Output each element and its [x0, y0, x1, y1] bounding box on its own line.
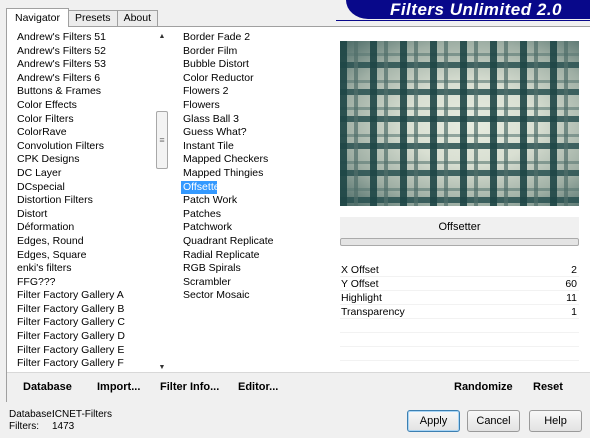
scroll-thumb[interactable]: ≡: [156, 111, 168, 169]
parameter-row[interactable]: Y Offset 60: [340, 277, 579, 291]
filter-list[interactable]: Border Fade 2 Border Film Bubble Distort Co…: [181, 31, 331, 303]
filter-item[interactable]: Instant Tile: [181, 140, 331, 154]
category-item[interactable]: Filter Factory Gallery B: [15, 303, 155, 317]
filter-item[interactable]: Offsetter: [181, 180, 217, 195]
category-item[interactable]: DC Layer: [15, 167, 155, 181]
tab-bar: Navigator Presets About: [6, 8, 159, 27]
category-scrollbar[interactable]: ▲ ≡ ▼: [155, 31, 169, 374]
empty-parameter-row: [340, 347, 579, 361]
category-item[interactable]: Edges, Square: [15, 249, 155, 263]
filter-item[interactable]: Border Film: [181, 45, 331, 59]
editor-button[interactable]: Editor...: [238, 381, 278, 393]
database-label: Database:: [9, 409, 55, 420]
parameter-slider[interactable]: [340, 238, 579, 246]
filters-label: Filters:: [9, 421, 39, 432]
parameter-value: 2: [571, 264, 577, 276]
category-item[interactable]: Filter Factory Gallery F: [15, 357, 155, 371]
category-item[interactable]: Convolution Filters: [15, 140, 155, 154]
filter-item[interactable]: Patches: [181, 208, 331, 222]
filter-item[interactable]: Scrambler: [181, 276, 331, 290]
category-item[interactable]: Color Filters: [15, 113, 155, 127]
category-item[interactable]: DCspecial: [15, 181, 155, 195]
scroll-up-icon[interactable]: ▲: [155, 31, 169, 43]
parameter-value: 11: [566, 292, 577, 304]
category-item[interactable]: Déformation: [15, 221, 155, 235]
parameter-list: X Offset 2 Y Offset 60 Highlight 11 Transparen…: [340, 263, 579, 375]
category-item[interactable]: Color Effects: [15, 99, 155, 113]
filters-count: 1473: [52, 421, 75, 432]
reset-button[interactable]: Reset: [533, 381, 563, 393]
selected-filter-name: Offsetter: [340, 217, 579, 238]
parameter-value: 60: [565, 278, 577, 290]
filter-item[interactable]: Mapped Checkers: [181, 153, 331, 167]
parameter-name: Transparency: [341, 306, 405, 318]
category-item[interactable]: Filter Factory Gallery A: [15, 289, 155, 303]
category-item[interactable]: Distort: [15, 208, 155, 222]
filter-info-button[interactable]: Filter Info...: [160, 381, 219, 393]
empty-parameter-row: [340, 319, 579, 333]
panel-toolbar: Database Import... Filter Info... Editor…: [7, 372, 590, 403]
banner-divider: [336, 20, 590, 21]
parameter-value: 1: [571, 306, 577, 318]
parameter-row[interactable]: X Offset 2: [340, 263, 579, 277]
category-item[interactable]: Andrew's Filters 52: [15, 45, 155, 59]
database-button[interactable]: Database: [23, 381, 72, 393]
category-item[interactable]: Buttons & Frames: [15, 85, 155, 99]
category-item[interactable]: ColorRave: [15, 126, 155, 140]
filter-item[interactable]: Patchwork: [181, 221, 331, 235]
filter-item[interactable]: Bubble Distort: [181, 58, 331, 72]
category-item[interactable]: Andrew's Filters 51: [15, 31, 155, 45]
randomize-button[interactable]: Randomize: [454, 381, 513, 393]
category-item[interactable]: Filter Factory Gallery D: [15, 330, 155, 344]
filter-item[interactable]: Flowers 2: [181, 85, 331, 99]
category-item[interactable]: Andrew's Filters 53: [15, 58, 155, 72]
category-item[interactable]: Distortion Filters: [15, 194, 155, 208]
category-item[interactable]: Andrew's Filters 6: [15, 72, 155, 86]
empty-parameter-row: [340, 333, 579, 347]
parameter-name: Y Offset: [341, 278, 379, 290]
database-info: Database:ICNET-Filters Filters: 1473: [9, 409, 112, 433]
filter-item[interactable]: Border Fade 2: [181, 31, 331, 45]
category-item[interactable]: Filter Factory Gallery E: [15, 344, 155, 358]
app-title: Filters Unlimited 2.0: [389, 0, 562, 19]
filter-item[interactable]: Color Reductor: [181, 72, 331, 86]
category-item[interactable]: CPK Designs: [15, 153, 155, 167]
title-banner: Filters Unlimited 2.0: [346, 0, 590, 19]
navigator-panel: Andrew's Filters 51 Andrew's Filters 52 An…: [6, 26, 590, 403]
filter-item[interactable]: Patch Work: [181, 194, 331, 208]
category-item[interactable]: Edges, Round: [15, 235, 155, 249]
filter-item[interactable]: Radial Replicate: [181, 249, 331, 263]
preview-image: [340, 41, 579, 206]
parameter-row[interactable]: Transparency 1: [340, 305, 579, 319]
tab-about[interactable]: About: [116, 10, 159, 27]
category-item[interactable]: FFG???: [15, 276, 155, 290]
category-list[interactable]: Andrew's Filters 51 Andrew's Filters 52 An…: [15, 31, 155, 374]
parameter-name: Highlight: [341, 292, 382, 304]
category-item[interactable]: Filter Factory Gallery C: [15, 316, 155, 330]
filter-item[interactable]: Flowers: [181, 99, 331, 113]
filter-item[interactable]: Glass Ball 3: [181, 113, 331, 127]
filter-item[interactable]: Guess What?: [181, 126, 331, 140]
tab-presets[interactable]: Presets: [67, 10, 118, 27]
filter-item[interactable]: Quadrant Replicate: [181, 235, 331, 249]
tab-navigator[interactable]: Navigator: [6, 8, 69, 27]
help-button[interactable]: Help: [529, 410, 582, 432]
category-item[interactable]: enki's filters: [15, 262, 155, 276]
filter-item[interactable]: Sector Mosaic: [181, 289, 331, 303]
apply-button[interactable]: Apply: [407, 410, 460, 432]
database-value: ICNET-Filters: [52, 409, 112, 420]
filter-item[interactable]: RGB Spirals: [181, 262, 331, 276]
parameter-name: X Offset: [341, 264, 379, 276]
import-button[interactable]: Import...: [97, 381, 140, 393]
cancel-button[interactable]: Cancel: [467, 410, 520, 432]
parameter-row[interactable]: Highlight 11: [340, 291, 579, 305]
filter-item[interactable]: Mapped Thingies: [181, 167, 331, 181]
